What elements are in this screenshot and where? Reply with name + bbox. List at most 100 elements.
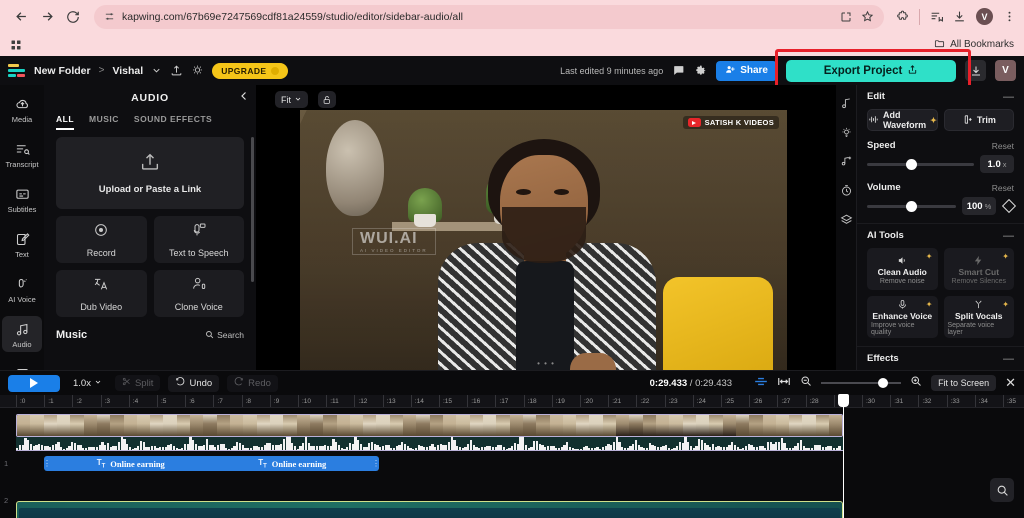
filmstrip-frame xyxy=(815,415,830,436)
drag-grip-icon[interactable]: • • • xyxy=(537,359,555,368)
gear-icon[interactable] xyxy=(694,64,707,77)
minimize-icon[interactable]: — xyxy=(1003,230,1014,241)
export-project-button[interactable]: Export Project xyxy=(786,59,956,82)
unlock-icon[interactable] xyxy=(318,91,336,108)
reading-list-icon[interactable] xyxy=(930,10,943,23)
speed-slider[interactable] xyxy=(867,158,974,170)
lightbulb-effects-icon[interactable] xyxy=(840,126,853,139)
address-bar[interactable]: kapwing.com/67b69e7247569cdf81a24559/stu… xyxy=(94,4,884,29)
video-clip[interactable] xyxy=(16,414,843,437)
undo-button[interactable]: Undo xyxy=(168,374,220,392)
back-arrow-icon[interactable] xyxy=(8,4,34,30)
kapwing-logo[interactable] xyxy=(8,63,26,78)
close-x-icon[interactable]: ✕ xyxy=(1005,375,1016,391)
address-bar-url: kapwing.com/67b69e7247569cdf81a24559/stu… xyxy=(122,10,463,23)
redo-button[interactable]: Redo xyxy=(227,374,278,392)
split-button[interactable]: Split xyxy=(114,375,161,391)
browser-profile-avatar[interactable]: V xyxy=(976,8,993,25)
tab-all[interactable]: ALL xyxy=(56,114,75,130)
dub-video-button[interactable]: Dub Video xyxy=(56,270,147,317)
filmstrip-frame xyxy=(30,415,44,436)
audio-panel-scrollbar[interactable] xyxy=(251,137,254,282)
audio-waveform-clip[interactable] xyxy=(16,437,843,451)
enhance-voice-card[interactable]: ✦ Enhance Voice Improve voice quality xyxy=(867,296,938,338)
split-vocals-card[interactable]: ✦ Split Vocals Separate voice layer xyxy=(943,296,1014,338)
text-clip-1[interactable]: TT Online earning xyxy=(50,458,212,470)
speed-value-box[interactable]: 1.0 x xyxy=(980,155,1014,173)
download-icon[interactable] xyxy=(965,60,986,81)
zoom-out-icon[interactable] xyxy=(800,374,812,392)
upgrade-button[interactable]: UPGRADE xyxy=(212,62,288,79)
filmstrip-frame xyxy=(403,415,417,436)
site-settings-icon[interactable] xyxy=(104,11,115,22)
filmstrip-frame xyxy=(283,415,297,436)
all-bookmarks-item[interactable]: All Bookmarks xyxy=(934,38,1014,52)
music-search-button[interactable]: Search xyxy=(205,330,244,341)
zoom-in-icon[interactable] xyxy=(910,374,922,392)
record-button[interactable]: Record xyxy=(56,216,147,263)
comment-icon[interactable] xyxy=(672,64,685,77)
speed-reset-button[interactable]: Reset xyxy=(992,141,1014,151)
clone-voice-button[interactable]: Clone Voice xyxy=(153,270,244,317)
text-clip-group[interactable]: ⋮ TT Online earning TT Online earning ⋮ xyxy=(43,456,380,471)
share-page-icon[interactable] xyxy=(840,11,852,23)
volume-value-box[interactable]: 100 % xyxy=(962,197,996,215)
trim-button[interactable]: Trim xyxy=(943,109,1014,131)
video-preview[interactable]: WUI.AI AI VIDEO EDITOR SATISH K VIDEOS xyxy=(300,110,787,385)
sidebar-item-audio[interactable]: Audio xyxy=(2,316,42,352)
star-icon[interactable] xyxy=(861,10,874,23)
filmstrip-frame xyxy=(695,415,710,436)
three-dot-menu-icon[interactable] xyxy=(1003,10,1016,23)
layers-icon[interactable] xyxy=(840,213,853,226)
tab-sound-effects[interactable]: SOUND EFFECTS xyxy=(134,114,212,130)
text-clip-2[interactable]: TT Online earning xyxy=(212,458,374,470)
volume-reset-button[interactable]: Reset xyxy=(992,183,1014,193)
chevron-down-icon[interactable] xyxy=(151,65,162,76)
breadcrumb-folder[interactable]: New Folder xyxy=(34,65,91,77)
playback-speed-dropdown[interactable]: 1.0x xyxy=(68,378,107,389)
apps-grid-icon[interactable] xyxy=(10,39,22,51)
fit-to-screen-button[interactable]: Fit to Screen xyxy=(931,375,997,391)
add-waveform-button[interactable]: Add Waveform ✦ xyxy=(867,109,938,131)
sidebar-item-text[interactable]: Text xyxy=(2,226,42,262)
fit-dropdown[interactable]: Fit xyxy=(275,91,308,108)
music-note-icon[interactable] xyxy=(840,97,853,110)
downloads-icon[interactable] xyxy=(953,10,966,23)
add-music-icon[interactable] xyxy=(840,155,853,168)
clean-audio-card[interactable]: ✦ Clean Audio Remove noise xyxy=(867,248,938,290)
reload-icon[interactable] xyxy=(60,4,86,30)
fit-horizontal-icon[interactable] xyxy=(777,374,791,392)
ai-tools-section: AI Tools — ✦ Clean Audio Remove noise ✦ xyxy=(857,224,1024,347)
timer-speed-icon[interactable] xyxy=(840,184,853,197)
forward-arrow-icon[interactable] xyxy=(34,4,60,30)
play-button[interactable] xyxy=(8,374,60,392)
minimize-icon[interactable]: — xyxy=(1003,353,1014,364)
chevron-left-icon[interactable] xyxy=(238,90,250,105)
lightbulb-icon[interactable] xyxy=(191,64,204,77)
magnet-snap-icon[interactable] xyxy=(754,374,768,392)
tab-music[interactable]: MUSIC xyxy=(89,114,119,130)
smart-cut-card[interactable]: ✦ Smart Cut Remove Silences xyxy=(943,248,1014,290)
bottom-clip[interactable] xyxy=(16,501,843,518)
timeline-ruler[interactable]: :0:1:2:3:4:5:6:7:8:9:10:11:12:13:14:15:1… xyxy=(0,395,1024,408)
puzzle-extension-icon[interactable] xyxy=(896,10,909,23)
filmstrip-frame xyxy=(83,415,97,436)
playhead[interactable] xyxy=(838,394,849,518)
sidebar-item-subtitles[interactable]: Subtitles xyxy=(2,181,42,217)
upload-or-paste-link-button[interactable]: Upload or Paste a Link xyxy=(56,137,244,209)
breadcrumb-project[interactable]: Vishal xyxy=(112,65,143,77)
tile-label: Clone Voice xyxy=(174,301,223,312)
magnifier-icon[interactable] xyxy=(990,478,1014,502)
keyframe-diamond-icon[interactable] xyxy=(1001,198,1017,214)
volume-slider[interactable] xyxy=(867,200,956,212)
clip-right-handle[interactable]: ⋮ xyxy=(372,456,380,471)
sidebar-item-media[interactable]: Media xyxy=(2,91,42,127)
minimize-icon[interactable]: — xyxy=(1003,91,1014,102)
zoom-slider[interactable] xyxy=(821,378,902,388)
user-avatar[interactable]: V xyxy=(995,60,1016,81)
upload-icon[interactable] xyxy=(170,64,183,77)
share-button[interactable]: Share xyxy=(716,60,777,81)
sidebar-item-transcript[interactable]: Transcript xyxy=(2,136,42,172)
text-to-speech-button[interactable]: Text to Speech xyxy=(153,216,244,263)
sidebar-item-ai-voice[interactable]: AI Voice xyxy=(2,271,42,307)
